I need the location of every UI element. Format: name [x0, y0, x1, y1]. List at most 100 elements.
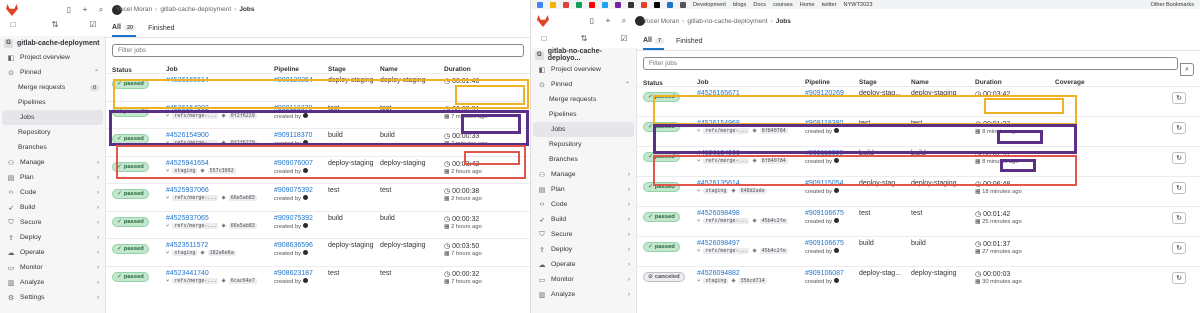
ref-name[interactable]: refs/merge-... — [703, 218, 750, 224]
creator-avatar[interactable] — [303, 195, 309, 200]
status-badge[interactable]: ✓ passed — [643, 122, 680, 132]
status-badge[interactable]: ✓ passed — [112, 106, 149, 117]
pipeline-id-link[interactable]: #909118380 — [805, 150, 859, 157]
job-id-link[interactable]: #4526165614 — [166, 77, 274, 84]
job-id-link[interactable]: #4526154968 — [697, 120, 805, 127]
bookmark-favicon-icon[interactable] — [537, 1, 543, 8]
sidebar-item-secure[interactable]: ⛉ Secure › — [0, 215, 105, 230]
commit-sha[interactable]: 35bcd714 — [738, 278, 767, 284]
status-badge[interactable]: ✓ passed — [112, 271, 149, 282]
retry-button[interactable]: ↻ — [1172, 242, 1186, 254]
tab-all[interactable]: All 7 — [643, 33, 665, 50]
pipeline-id-link[interactable]: #908636596 — [274, 242, 328, 249]
job-id-link[interactable]: #4526165671 — [697, 90, 805, 97]
ref-name[interactable]: staging — [703, 188, 729, 194]
job-id-link[interactable]: #4523511572 — [166, 242, 274, 249]
issues-icon[interactable]: □ — [8, 20, 18, 30]
commit-sha[interactable]: 182a6e6a — [207, 250, 236, 256]
search-icon[interactable]: ⌕ — [1180, 63, 1194, 76]
todo-icon[interactable]: ☑ — [619, 34, 629, 44]
ref-name[interactable]: refs/merge-... — [172, 222, 219, 229]
bookmark-favicon-icon[interactable] — [667, 1, 673, 8]
status-badge[interactable]: ✓ passed — [643, 92, 680, 102]
ref-name[interactable]: refs/merge-... — [172, 195, 219, 201]
sidebar-item-merge-requests[interactable]: Merge requests 0 — [0, 80, 105, 95]
job-id-link[interactable]: #4523441740 — [166, 270, 274, 277]
sidebar-item-branches[interactable]: Branches — [531, 152, 636, 167]
ref-name[interactable]: staging — [703, 278, 729, 284]
sidebar-item-analyze[interactable]: ▥ Analyze › — [0, 275, 105, 290]
breadcrumb-user[interactable]: Yucel Moran — [643, 18, 679, 25]
sidebar-item-deploy[interactable]: ⇪ Deploy › — [531, 242, 636, 257]
pipeline-id-link[interactable]: #909106675 — [805, 240, 859, 247]
commit-sha[interactable]: 45b4c2fe — [759, 248, 788, 254]
commit-sha[interactable]: 8f840784 — [759, 128, 788, 134]
bookmark-favicon-icon[interactable] — [589, 1, 595, 8]
sidebar-item-project-overview[interactable]: ◧ Project overview — [531, 62, 636, 77]
sidebar-item-jobs[interactable]: Jobs — [533, 122, 634, 137]
job-id-link[interactable]: #4526154902 — [166, 105, 274, 112]
sidebar-item-analyze[interactable]: ▥ Analyze › — [531, 287, 636, 302]
ref-name[interactable]: refs/merge-... — [703, 158, 750, 164]
sidebar-item-build[interactable]: ➶ Build › — [531, 212, 636, 227]
tab-finished[interactable]: Finished — [676, 33, 702, 50]
creator-avatar[interactable] — [303, 140, 309, 145]
retry-button[interactable]: ↻ — [1172, 182, 1186, 194]
sidebar-item-branches[interactable]: Branches — [0, 140, 105, 155]
bookmark-favicon-icon[interactable] — [563, 1, 569, 8]
bookmark-home[interactable]: Home — [800, 2, 815, 8]
creator-avatar[interactable] — [834, 248, 840, 253]
sidebar-item-repository[interactable]: Repository — [531, 137, 636, 152]
sidebar-item-merge-requests[interactable]: Merge requests — [531, 92, 636, 107]
sidebar-item-operate[interactable]: ☁ Operate › — [531, 257, 636, 272]
commit-sha[interactable]: 0f2f6229 — [228, 112, 257, 119]
sidebar-item-pipelines[interactable]: Pipelines — [531, 107, 636, 122]
bookmark-favicon-icon[interactable] — [602, 1, 608, 8]
retry-button[interactable]: ↻ — [1172, 122, 1186, 134]
sidebar-item-pinned[interactable]: ⊙ Pinned ⌃ — [0, 65, 105, 80]
ref-name[interactable]: refs/merge-... — [172, 140, 219, 146]
commit-sha[interactable]: 648d2ade — [738, 188, 767, 194]
todo-icon[interactable]: ☑ — [88, 20, 98, 30]
bookmark-courses[interactable]: courses — [773, 2, 793, 8]
ref-name[interactable]: refs/merge-... — [172, 277, 219, 284]
filter-input[interactable]: Filter jobs — [643, 57, 1178, 70]
retry-button[interactable]: ↻ — [1172, 212, 1186, 224]
creator-avatar[interactable] — [834, 128, 840, 133]
merge-request-icon[interactable]: ⇅ — [50, 20, 60, 30]
creator-avatar[interactable] — [834, 218, 840, 223]
status-badge[interactable]: ✓ passed — [112, 161, 149, 172]
sidebar-item-pinned[interactable]: ⊙ Pinned ⌃ — [531, 77, 636, 92]
status-badge[interactable]: ✓ passed — [112, 79, 149, 89]
filter-input[interactable]: Filter jobs — [112, 44, 524, 57]
commit-sha[interactable]: 6cac64e7 — [228, 277, 257, 284]
merge-request-icon[interactable]: ⇅ — [579, 34, 589, 44]
bookmark-development[interactable]: Development — [693, 2, 726, 8]
commit-sha[interactable]: 66e5ab83 — [228, 195, 257, 201]
job-id-link[interactable]: #4526098498 — [697, 210, 805, 217]
sidebar-item-monitor[interactable]: ▭ Monitor › — [531, 272, 636, 287]
sidebar-toggle-icon[interactable]: ▯ — [587, 16, 597, 26]
sidebar-item-manage[interactable]: ⚇ Manage › — [531, 167, 636, 182]
ref-name[interactable]: staging — [172, 167, 198, 174]
gitlab-logo[interactable] — [537, 15, 549, 27]
sidebar-item-operate[interactable]: ☁ Operate › — [0, 245, 105, 260]
pipeline-id-link[interactable]: #909118370 — [274, 105, 328, 112]
status-badge[interactable]: ✓ passed — [643, 182, 680, 192]
sidebar-item-monitor[interactable]: ▭ Monitor › — [0, 260, 105, 275]
ref-name[interactable]: staging — [172, 250, 198, 256]
status-badge[interactable]: ✓ passed — [112, 189, 149, 199]
pipeline-id-link[interactable]: #909076007 — [274, 160, 328, 167]
gitlab-logo[interactable] — [6, 4, 18, 16]
bookmark-favicon-icon[interactable] — [550, 1, 556, 8]
bookmark-twitter[interactable]: twitter — [822, 2, 837, 8]
ref-name[interactable]: refs/merge-... — [703, 248, 750, 254]
pipeline-id-link[interactable]: #909115054 — [805, 180, 859, 187]
job-id-link[interactable]: #4525937065 — [166, 215, 274, 222]
commit-sha[interactable]: 8f840784 — [759, 158, 788, 164]
pipeline-id-link[interactable]: #909118370 — [274, 132, 328, 139]
creator-avatar[interactable] — [303, 167, 309, 173]
pipeline-id-link[interactable]: #908623187 — [274, 270, 328, 277]
breadcrumb-project[interactable]: gitlab-no-cache-deployment — [687, 18, 767, 25]
retry-button[interactable]: ↻ — [1172, 152, 1186, 164]
